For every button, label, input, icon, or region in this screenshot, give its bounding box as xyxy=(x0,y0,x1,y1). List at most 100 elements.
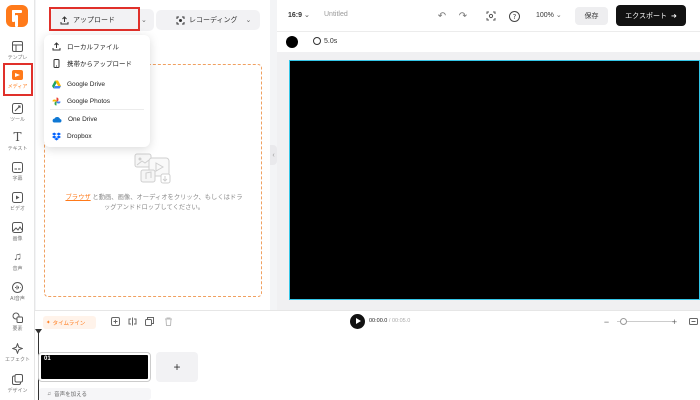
chevron-down-icon: ⌄ xyxy=(245,17,252,24)
menu-item-label: Google Photos xyxy=(67,97,111,105)
help-icon[interactable]: ? xyxy=(507,9,521,23)
screenshot-icon[interactable] xyxy=(484,9,498,23)
record-icon xyxy=(176,16,185,24)
export-button-label: エクスポート xyxy=(625,12,667,20)
duration-control[interactable]: 5.0s xyxy=(313,37,337,45)
chevron-down-icon: ⌄ xyxy=(555,12,562,19)
sidebar-item-label: ツール xyxy=(9,117,25,123)
menu-item-label: Dropbox xyxy=(67,132,92,140)
chevron-down-icon: ⌄ xyxy=(303,12,310,19)
duplicate-icon[interactable] xyxy=(144,316,155,327)
upload-icon xyxy=(52,41,61,50)
elements-icon xyxy=(12,311,24,323)
menu-item-onedrive[interactable]: One Drive xyxy=(44,111,150,127)
add-audio-row[interactable]: ♫ 音声を加える xyxy=(39,388,151,400)
split-icon[interactable] xyxy=(127,316,138,327)
highlight-box-media xyxy=(3,63,33,96)
google-photos-icon xyxy=(52,97,61,105)
sidebar-item-label: 音声 xyxy=(12,266,23,272)
phone-icon xyxy=(53,58,60,68)
sidebar-item-text[interactable]: T テキスト xyxy=(0,129,35,159)
clock-icon xyxy=(313,37,321,45)
sidebar-item-image[interactable]: 画像 xyxy=(0,219,35,249)
sidebar-item-label: テキスト xyxy=(7,146,28,152)
menu-item-label: One Drive xyxy=(68,115,98,123)
background-color-swatch[interactable] xyxy=(286,36,298,48)
recording-button[interactable]: レコーディング ⌄ xyxy=(156,10,260,30)
sidebar-item-tools[interactable]: ツール xyxy=(0,100,35,130)
sidebar-item-label: ビデオ xyxy=(9,206,25,212)
duration-value: 5.0s xyxy=(324,37,338,45)
add-audio-label: 音声を加える xyxy=(54,392,87,398)
top-bar: 16:9 ⌄ Untitled ↶ ↷ ? 100% ⌄ 保存 エクスポート ➜ xyxy=(277,0,700,32)
sparkle-icon: ✦ xyxy=(46,319,51,326)
video-canvas[interactable] xyxy=(289,60,700,300)
panel-collapse-handle[interactable]: ‹ xyxy=(270,145,277,165)
menu-item-local-file[interactable]: ローカルファイル xyxy=(44,38,150,54)
sidebar-item-label: 要素 xyxy=(12,326,23,332)
clip-number: 01 xyxy=(44,356,51,362)
upload-dropdown-menu: ローカルファイル 携帯からアップロード Google Drive Google … xyxy=(44,35,150,147)
video-icon xyxy=(12,191,24,203)
sidebar-item-subtitles[interactable]: 字幕 xyxy=(0,159,35,189)
delete-icon[interactable] xyxy=(163,316,174,327)
sidebar-item-ai-voice[interactable]: AI音声 xyxy=(0,279,35,309)
recording-button-label: レコーディング xyxy=(189,17,238,24)
browse-link[interactable]: ブラウザ xyxy=(65,194,90,201)
sidebar-item-design[interactable]: デザイン xyxy=(0,371,35,400)
effects-icon xyxy=(12,342,24,354)
play-button[interactable] xyxy=(350,314,365,329)
timeline-mode-button[interactable]: ✦ タイムライン xyxy=(43,316,96,329)
sidebar-item-elements[interactable]: 要素 xyxy=(0,309,35,339)
timeline-clip[interactable]: 01 xyxy=(38,352,151,382)
drop-zone-text: と動画、画像、オーディオをクリック、もしくはドラッグアンドドロップしてください。 xyxy=(92,194,243,211)
aspect-ratio-select[interactable]: 16:9 ⌄ xyxy=(288,11,310,19)
sidebar-item-label: AI音声 xyxy=(10,296,25,302)
sidebar-item-label: テンプレ xyxy=(7,55,28,61)
design-icon xyxy=(12,373,24,385)
chevron-down-icon: ⌄ xyxy=(141,17,147,24)
music-note-icon: ♫ xyxy=(47,391,52,397)
left-rail: テンプレ メディア ツール T テキスト 字幕 ビデオ 画像 ♫ 音声 AI音声… xyxy=(0,0,35,400)
menu-item-label: Google Drive xyxy=(67,80,105,88)
menu-item-google-drive[interactable]: Google Drive xyxy=(44,76,150,92)
text-icon: T xyxy=(13,130,22,144)
sidebar-item-label: デザイン xyxy=(7,388,28,394)
zoom-select[interactable]: 100% ⌄ xyxy=(536,11,562,19)
plus-icon: + xyxy=(173,360,181,374)
sidebar-item-audio[interactable]: ♫ 音声 xyxy=(0,249,35,279)
app-logo[interactable] xyxy=(6,5,28,27)
zoom-value: 100% xyxy=(536,12,554,19)
add-track-icon[interactable] xyxy=(110,316,121,327)
menu-item-phone-upload[interactable]: 携帯からアップロード xyxy=(44,55,150,71)
timeline-zoom-knob[interactable] xyxy=(620,318,627,325)
menu-item-google-photos[interactable]: Google Photos xyxy=(44,93,150,109)
project-title[interactable]: Untitled xyxy=(324,11,348,18)
timeline-toolbar: ✦ タイムライン 00:00.0 / 00:05.0 − + xyxy=(35,311,700,333)
export-button[interactable]: エクスポート ➜ xyxy=(616,5,686,26)
image-icon xyxy=(12,221,24,233)
save-button[interactable]: 保存 xyxy=(575,7,608,25)
menu-item-label: ローカルファイル xyxy=(67,44,119,51)
add-clip-button[interactable]: + xyxy=(156,352,198,382)
sidebar-item-label: 画像 xyxy=(12,236,23,242)
sidebar-item-video[interactable]: ビデオ xyxy=(0,189,35,219)
google-drive-icon xyxy=(52,80,61,88)
zoom-out-icon[interactable]: − xyxy=(601,316,612,327)
redo-icon[interactable]: ↷ xyxy=(456,9,470,23)
menu-item-dropbox[interactable]: Dropbox xyxy=(44,128,150,144)
current-time: 00:00.0 xyxy=(369,318,388,324)
sidebar-item-label: エフェクト xyxy=(4,357,30,363)
zoom-in-icon[interactable]: + xyxy=(669,316,680,327)
sidebar-item-effects[interactable]: エフェクト xyxy=(0,340,35,370)
sidebar-item-label: 字幕 xyxy=(12,176,23,182)
template-icon xyxy=(12,40,24,52)
ai-voice-icon xyxy=(12,281,24,293)
menu-divider xyxy=(50,109,144,110)
menu-item-label: 携帯からアップロード xyxy=(67,61,132,68)
highlight-box-upload xyxy=(49,7,140,31)
fit-timeline-icon[interactable] xyxy=(688,316,699,327)
tools-icon xyxy=(12,102,24,114)
timeline-mode-label: タイムライン xyxy=(52,320,86,327)
undo-icon[interactable]: ↶ xyxy=(435,9,449,23)
